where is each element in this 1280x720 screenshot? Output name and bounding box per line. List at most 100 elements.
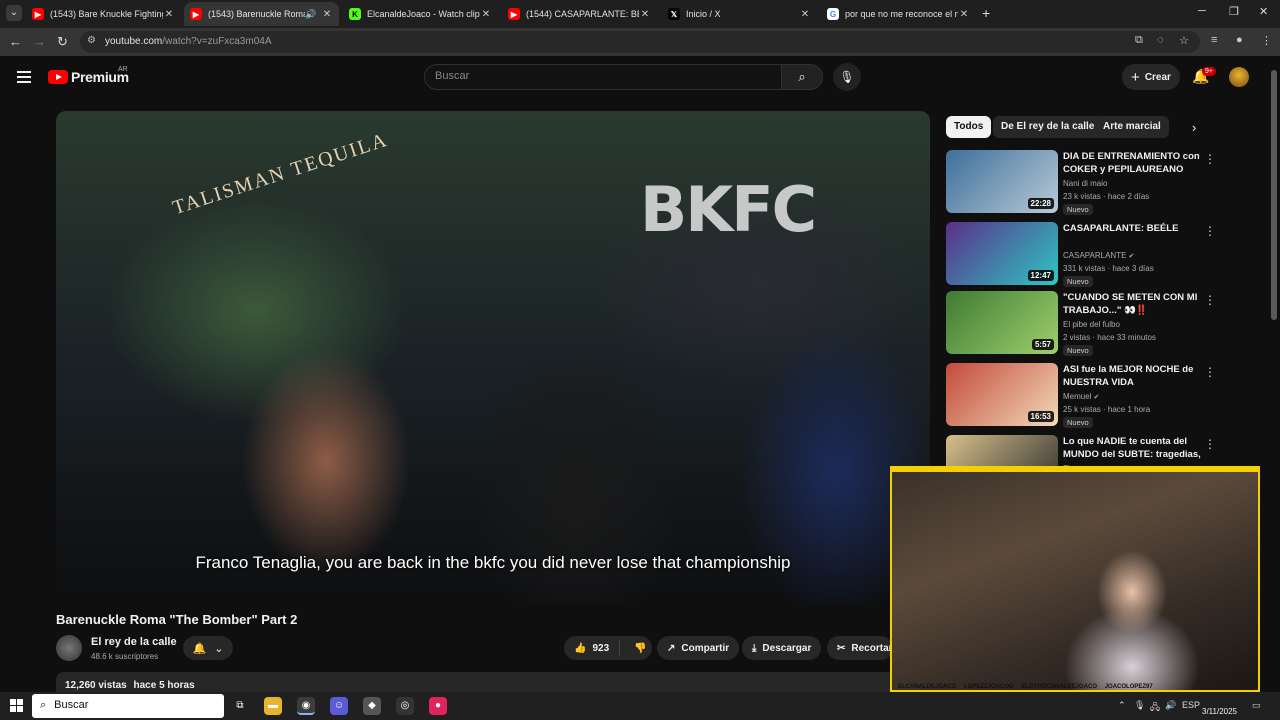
share-button[interactable]: ↗ Compartir [657, 636, 740, 660]
subscriber-count: 48.6 k suscriptores [91, 652, 159, 661]
language-indicator[interactable]: ESP [1182, 700, 1200, 710]
channel-name[interactable]: El rey de la calle [91, 636, 177, 648]
recommendation-title[interactable]: "CUANDO SE METEN CON MI TRABAJO..." 👀‼️ [1063, 291, 1203, 317]
close-icon[interactable]: ✕ [480, 9, 492, 20]
forward-icon[interactable]: → [33, 34, 46, 49]
browser-tab[interactable]: G por que no me reconoce el mic ✕ [821, 2, 976, 26]
tab-search-button[interactable]: ⌄ [6, 5, 22, 21]
site-info-icon[interactable]: ⚙ [87, 35, 96, 46]
channel-avatar[interactable] [56, 635, 82, 661]
more-actions-icon[interactable]: ⋮ [1204, 152, 1216, 166]
record-app-icon[interactable]: ● [429, 697, 447, 715]
more-actions-icon[interactable]: ⋮ [1204, 293, 1216, 307]
scissors-icon: ✂ [837, 642, 846, 654]
obs-icon[interactable]: ◎ [396, 697, 414, 715]
recommendation-title[interactable]: CASAPARLANTE: BEÉLE [1063, 222, 1203, 235]
discord-icon[interactable]: ☺ [330, 697, 348, 715]
network-icon[interactable]: 🖧 [1150, 700, 1160, 716]
search-icon: ⌕ [798, 69, 806, 84]
video-player[interactable]: TALISMAN TEQUILA BKFC Franco Tenaglia, y… [56, 111, 930, 603]
recommendation-card[interactable]: 12:47 CASAPARLANTE: BEÉLE CASAPARLANTE ✔ 331… [946, 222, 1226, 288]
browser-tab[interactable]: K ElcanaldeJoaco - Watch clips o ✕ [343, 2, 498, 26]
close-icon[interactable]: ✕ [799, 9, 811, 20]
recommendation-card[interactable]: 5:57 "CUANDO SE METEN CON MI TRABAJO..." … [946, 291, 1226, 357]
minimize-button[interactable]: ─ [1198, 5, 1206, 17]
recommendation-title[interactable]: Lo que NADIE te cuenta del MUNDO del SUB… [1063, 435, 1203, 461]
video-thumbnail[interactable]: 12:47 [946, 222, 1058, 285]
recommendation-card[interactable]: 16:53 ASI fue la MEJOR NOCHE de NUESTRA V… [946, 363, 1226, 429]
like-dislike-group: 👍 923 👎 [564, 636, 652, 660]
plus-icon: + [1131, 68, 1140, 86]
like-button[interactable]: 👍 923 [564, 640, 620, 656]
chrome-icon[interactable]: ◉ [297, 697, 315, 715]
video-thumbnail[interactable]: 16:53 [946, 363, 1058, 426]
sponsor-banner-text: TALISMAN TEQUILA [169, 128, 391, 220]
close-icon[interactable]: ✕ [639, 9, 651, 20]
close-icon[interactable]: ✕ [163, 9, 175, 20]
browser-tab[interactable]: ▶ (1543) Bare Knuckle Fighting Ch ✕ [26, 2, 181, 26]
eye-off-icon[interactable]: ◌ [1157, 34, 1164, 46]
microphone-icon: 🎙 [839, 70, 855, 84]
notification-center-icon[interactable]: ▭ [1252, 700, 1261, 711]
address-bar[interactable]: ⚙ youtube.com/watch?v=zuFxca3m04A [80, 31, 1200, 53]
download-button[interactable]: ⤓ Descargar [742, 636, 822, 660]
x-icon: 𝕏 [668, 8, 680, 20]
recommendation-card[interactable]: 22:28 DIA DE ENTRENAMIENTO con COKER y PE… [946, 150, 1226, 216]
recommendation-channel[interactable]: El pibe del fulbo [1063, 320, 1120, 329]
profile-icon[interactable]: ● [1236, 34, 1243, 46]
browser-tab[interactable]: 𝕏 Inicio / X ✕ [662, 2, 817, 26]
cast-icon[interactable]: ⧉ [1135, 34, 1143, 47]
close-icon[interactable]: ✕ [958, 9, 970, 20]
voice-search-button[interactable]: 🎙 [833, 63, 861, 91]
chip-martial-arts[interactable]: Arte marcial [1095, 116, 1169, 138]
task-view-icon[interactable]: ⧉ [231, 697, 249, 715]
video-thumbnail[interactable]: 22:28 [946, 150, 1058, 213]
reload-icon[interactable]: ↻ [57, 34, 68, 50]
back-icon[interactable]: ← [9, 34, 22, 49]
taskbar-search[interactable]: ⌕ Buscar [32, 694, 224, 718]
recommendation-channel[interactable]: Nani di maio [1063, 179, 1107, 188]
windows-start-icon[interactable] [10, 699, 23, 712]
more-actions-icon[interactable]: ⋮ [1204, 437, 1216, 451]
browser-tab[interactable]: ▶ (1544) CASAPARLANTE: BEÉLE - ✕ [502, 2, 657, 26]
microphone-tray-icon[interactable]: 🎙 [1134, 700, 1145, 711]
recommendation-channel[interactable]: CASAPARLANTE ✔ [1063, 251, 1134, 260]
url-text[interactable]: youtube.com/watch?v=zuFxca3m04A [105, 36, 271, 47]
youtube-icon: ▶ [32, 8, 44, 20]
close-icon[interactable]: ✕ [321, 9, 333, 20]
app-icon[interactable]: ◆ [363, 697, 381, 715]
subscription-bell-button[interactable]: 🔔 ⌄ [183, 636, 233, 660]
page-scrollbar[interactable] [1271, 70, 1277, 320]
chevron-right-icon[interactable]: › [1192, 120, 1196, 135]
video-thumbnail[interactable]: 5:57 [946, 291, 1058, 354]
search-input[interactable] [435, 70, 765, 82]
recommendation-title[interactable]: ASI fue la MEJOR NOCHE de NUESTRA VIDA [1063, 363, 1203, 389]
volume-icon[interactable]: 🔊 [1165, 700, 1176, 711]
more-actions-icon[interactable]: ⋮ [1204, 224, 1216, 238]
tray-chevron-icon[interactable]: ⌃ [1118, 700, 1126, 711]
taskbar-search-label: Buscar [54, 699, 89, 711]
menu-kebab-icon[interactable]: ⋮ [1261, 34, 1272, 47]
taskbar-date[interactable]: 3/11/2025 [1202, 707, 1237, 716]
more-actions-icon[interactable]: ⋮ [1204, 365, 1216, 379]
user-avatar[interactable] [1229, 67, 1249, 87]
new-tab-button[interactable]: + [982, 5, 990, 21]
bookmark-star-icon[interactable]: ☆ [1179, 34, 1189, 47]
clip-button[interactable]: ✂ Recortar [827, 636, 893, 660]
close-window-button[interactable]: ✕ [1259, 5, 1268, 18]
restore-button[interactable]: ❐ [1229, 5, 1239, 18]
youtube-play-icon [48, 70, 68, 84]
reading-list-icon[interactable]: ≡ [1211, 34, 1217, 46]
recommendation-channel[interactable]: Memuel ✔ [1063, 392, 1099, 401]
file-explorer-icon[interactable]: ▬ [264, 697, 282, 715]
chip-todos[interactable]: Todos [946, 116, 992, 138]
chip-channel[interactable]: De El rey de la calle [993, 116, 1103, 138]
browser-tab-active[interactable]: ▶ (1543) Barenuckle Roma "Th 🔊 ✕ [184, 2, 339, 26]
hamburger-menu-icon[interactable] [17, 71, 31, 86]
speaker-icon[interactable]: 🔊 [305, 9, 317, 20]
search-button[interactable]: ⌕ [781, 64, 823, 90]
recommendation-title[interactable]: DIA DE ENTRENAMIENTO con COKER y PEPILAU… [1063, 150, 1203, 176]
create-button[interactable]: + Crear [1122, 64, 1180, 90]
dislike-button[interactable]: 👎 [626, 643, 646, 654]
youtube-logo[interactable]: Premium AR [48, 66, 129, 85]
